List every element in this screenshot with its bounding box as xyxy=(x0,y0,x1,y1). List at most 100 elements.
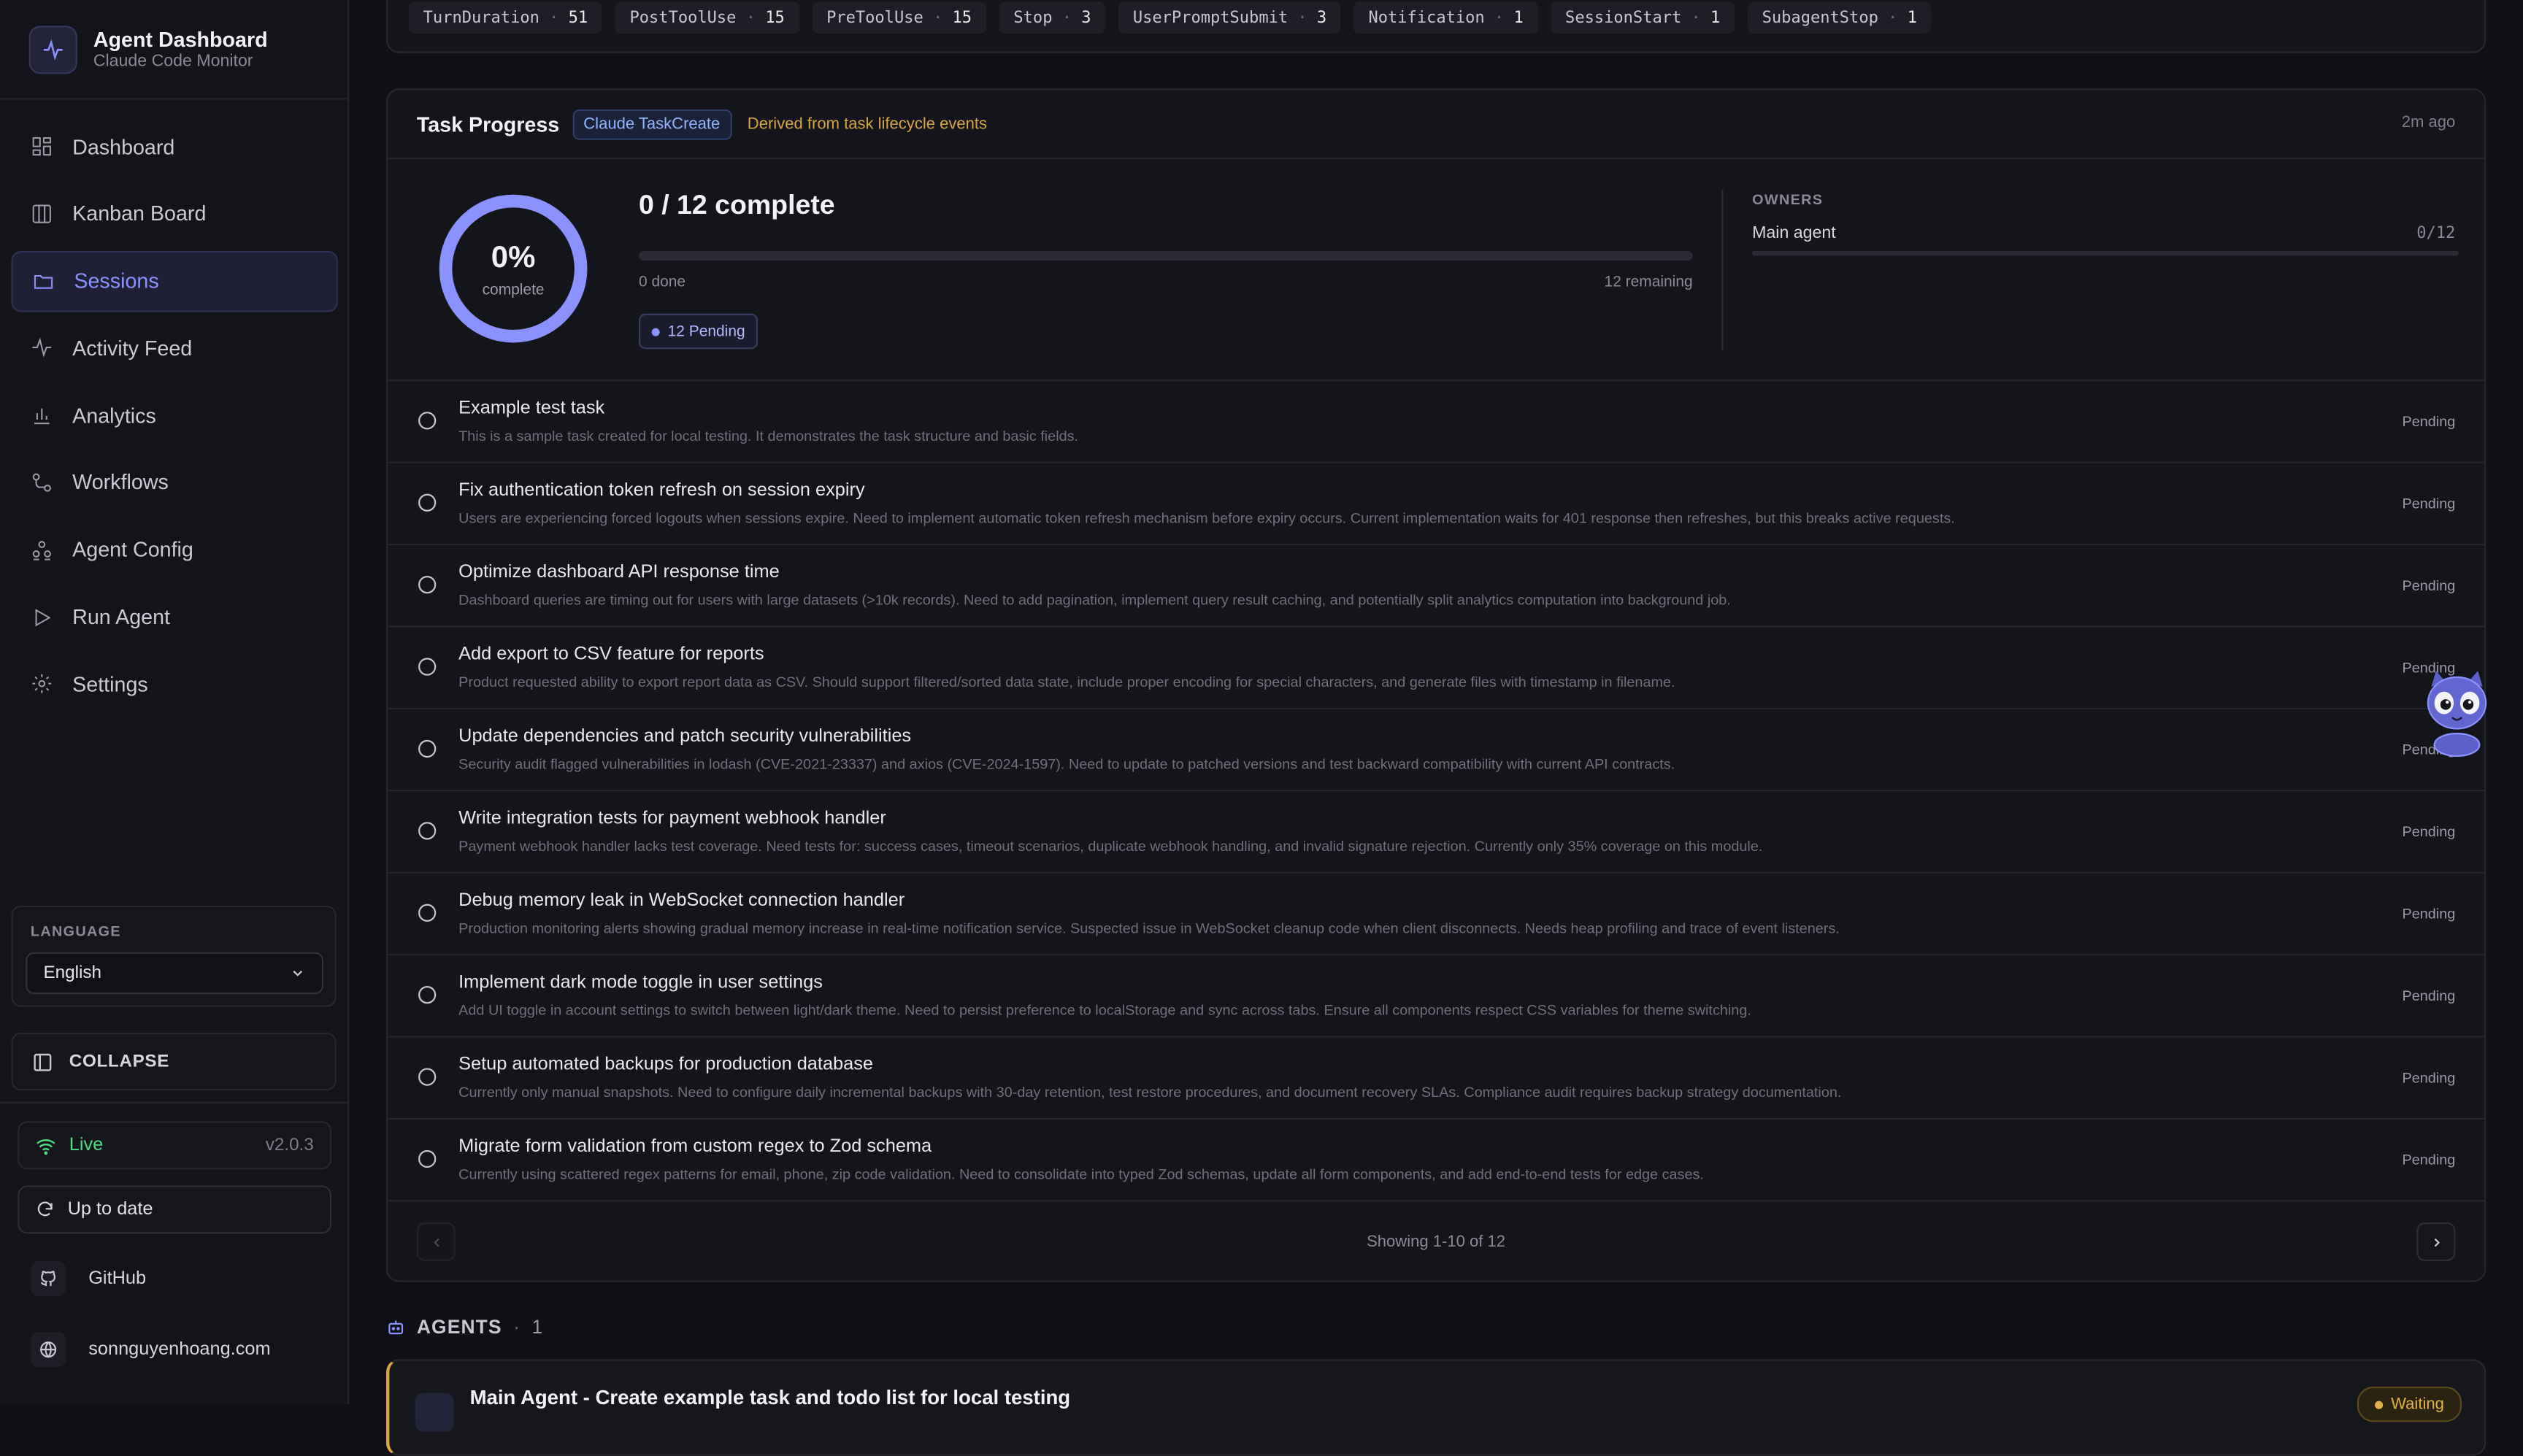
pagination-text: Showing 1-10 of 12 xyxy=(1367,1233,1506,1252)
hook-count: 1 xyxy=(1710,9,1721,27)
update-check-button[interactable]: Up to date xyxy=(18,1185,332,1234)
progress-bar xyxy=(638,250,1693,261)
task-row[interactable]: Fix authentication token refresh on sess… xyxy=(388,463,2484,546)
source-badge: Claude TaskCreate xyxy=(572,108,731,139)
folder-icon xyxy=(34,274,53,288)
next-page-button[interactable] xyxy=(2416,1222,2456,1261)
collapse-button[interactable]: COLLAPSE xyxy=(11,1032,337,1091)
task-row[interactable]: Migrate form validation from custom rege… xyxy=(388,1120,2484,1202)
task-title: Update dependencies and patch security v… xyxy=(458,727,912,747)
chevron-right-icon xyxy=(2433,1237,2439,1247)
task-title: Implement dark mode toggle in user setti… xyxy=(458,973,823,993)
pulse-logo-icon xyxy=(28,26,77,74)
hook-name: SessionStart xyxy=(1565,9,1682,27)
progress-percent-caption: complete xyxy=(482,281,545,299)
nav-item-run-agent[interactable]: Run Agent xyxy=(11,587,337,648)
task-row[interactable]: Write integration tests for payment webh… xyxy=(388,791,2484,874)
divider xyxy=(1721,190,1724,351)
task-row[interactable]: Optimize dashboard API response time Dash… xyxy=(388,545,2484,628)
play-icon xyxy=(35,608,51,626)
agent-icon xyxy=(415,1393,454,1432)
task-title: Migrate form validation from custom rege… xyxy=(458,1137,932,1157)
hook-count: 1 xyxy=(1513,9,1524,27)
agent-title: Main Agent - Create example task and tod… xyxy=(469,1386,1071,1409)
hook-count: 3 xyxy=(1081,9,1091,27)
nav-label: Dashboard xyxy=(72,134,175,159)
pending-filter-chip[interactable]: 12 Pending xyxy=(638,313,759,350)
agent-card[interactable]: Main Agent - Create example task and tod… xyxy=(385,1359,2486,1456)
refresh-icon xyxy=(37,1201,53,1217)
task-title: Example test task xyxy=(458,398,605,419)
wifi-icon xyxy=(37,1138,55,1155)
task-status-circle-icon xyxy=(418,739,437,758)
nav-item-activity-feed[interactable]: Activity Feed xyxy=(11,317,337,379)
task-status-circle-icon xyxy=(418,1149,437,1168)
derived-note: Derived from task lifecycle events xyxy=(747,115,988,133)
hook-event-summary: TurnDuration · 51 PostToolUse · 15 PreToolUs… xyxy=(385,0,2486,53)
task-description: Dashboard queries are timing out for use… xyxy=(458,592,1731,609)
progress-summary-title: 0 / 12 complete xyxy=(638,190,835,220)
task-description: This is a sample task created for local … xyxy=(458,428,1079,444)
divider xyxy=(0,1101,348,1103)
nav-item-sessions[interactable]: Sessions xyxy=(11,250,338,312)
nav-item-dashboard[interactable]: Dashboard xyxy=(11,116,337,177)
agents-label: AGENTS xyxy=(416,1315,502,1338)
pulse-icon xyxy=(32,338,52,358)
app-subtitle: Claude Code Monitor xyxy=(93,51,253,71)
task-row[interactable]: Implement dark mode toggle in user setti… xyxy=(388,955,2484,1038)
nav-item-settings[interactable]: Settings xyxy=(11,654,337,715)
bar-chart-icon xyxy=(34,409,50,425)
gear-icon xyxy=(32,674,52,694)
github-label: GitHub xyxy=(88,1268,147,1289)
nav-item-kanban[interactable]: Kanban Board xyxy=(11,183,337,244)
progress-summary: 0% complete 0 / 12 complete 0 done 12 re… xyxy=(388,158,2484,382)
workflow-icon xyxy=(32,473,51,492)
task-status-circle-icon xyxy=(418,493,437,512)
columns-icon xyxy=(32,204,51,223)
nav-item-workflows[interactable]: Workflows xyxy=(11,452,337,513)
hook-chip: SubagentStop · 1 xyxy=(1747,1,1932,34)
status-dot xyxy=(2375,1400,2384,1409)
owner-progress-bar xyxy=(1752,250,2459,256)
hook-name: PreToolUse xyxy=(826,9,923,27)
hook-chip: Stop · 3 xyxy=(999,1,1106,34)
hook-chip: SessionStart · 1 xyxy=(1551,1,1735,34)
mascot-icon[interactable] xyxy=(2422,664,2492,758)
nav-label: Settings xyxy=(72,671,148,697)
hook-name: SubagentStop xyxy=(1762,9,1878,27)
language-value: English xyxy=(43,963,102,983)
task-row[interactable]: Setup automated backups for production d… xyxy=(388,1038,2484,1120)
version-label: v2.0.3 xyxy=(265,1136,314,1155)
hook-name: TurnDuration xyxy=(423,9,539,27)
task-title: Write integration tests for payment webh… xyxy=(458,809,886,829)
hook-count: 1 xyxy=(1907,9,1917,27)
task-row[interactable]: Update dependencies and patch security v… xyxy=(388,709,2484,792)
task-status: Pending xyxy=(2402,1069,2456,1086)
website-link[interactable]: sonnguyenhoang.com xyxy=(30,1331,271,1368)
language-select[interactable]: English xyxy=(26,952,324,995)
task-row[interactable]: Add export to CSV feature for reports Pro… xyxy=(388,628,2484,709)
nav-item-agent-config[interactable]: Agent Config xyxy=(11,519,337,580)
hook-name: PostToolUse xyxy=(629,9,737,27)
progress-percent: 0% xyxy=(491,241,536,275)
task-title: Debug memory leak in WebSocket connectio… xyxy=(458,891,905,911)
grid-icon xyxy=(32,136,51,156)
task-progress-title: Task Progress xyxy=(416,112,560,136)
nav-label: Kanban Board xyxy=(72,201,207,226)
owner-name: Main agent xyxy=(1752,223,1836,243)
language-label: LANGUAGE xyxy=(30,923,121,940)
github-link[interactable]: GitHub xyxy=(30,1260,147,1297)
done-count: 0 done xyxy=(638,273,686,291)
task-description: Currently only manual snapshots. Need to… xyxy=(458,1084,1842,1101)
nav-label: Workflows xyxy=(72,470,169,495)
agents-icon xyxy=(32,540,51,561)
pending-chip-label: 12 Pending xyxy=(667,322,745,341)
nav-item-analytics[interactable]: Analytics xyxy=(11,385,337,446)
task-description: Production monitoring alerts showing gra… xyxy=(458,920,1840,936)
sidebar-collapse-icon xyxy=(34,1052,52,1071)
hook-count: 3 xyxy=(1316,9,1327,27)
task-row[interactable]: Example test task This is a sample task c… xyxy=(388,381,2484,463)
pagination: Showing 1-10 of 12 xyxy=(388,1209,2484,1280)
task-row[interactable]: Debug memory leak in WebSocket connectio… xyxy=(388,874,2484,956)
hook-name: Notification xyxy=(1368,9,1485,27)
